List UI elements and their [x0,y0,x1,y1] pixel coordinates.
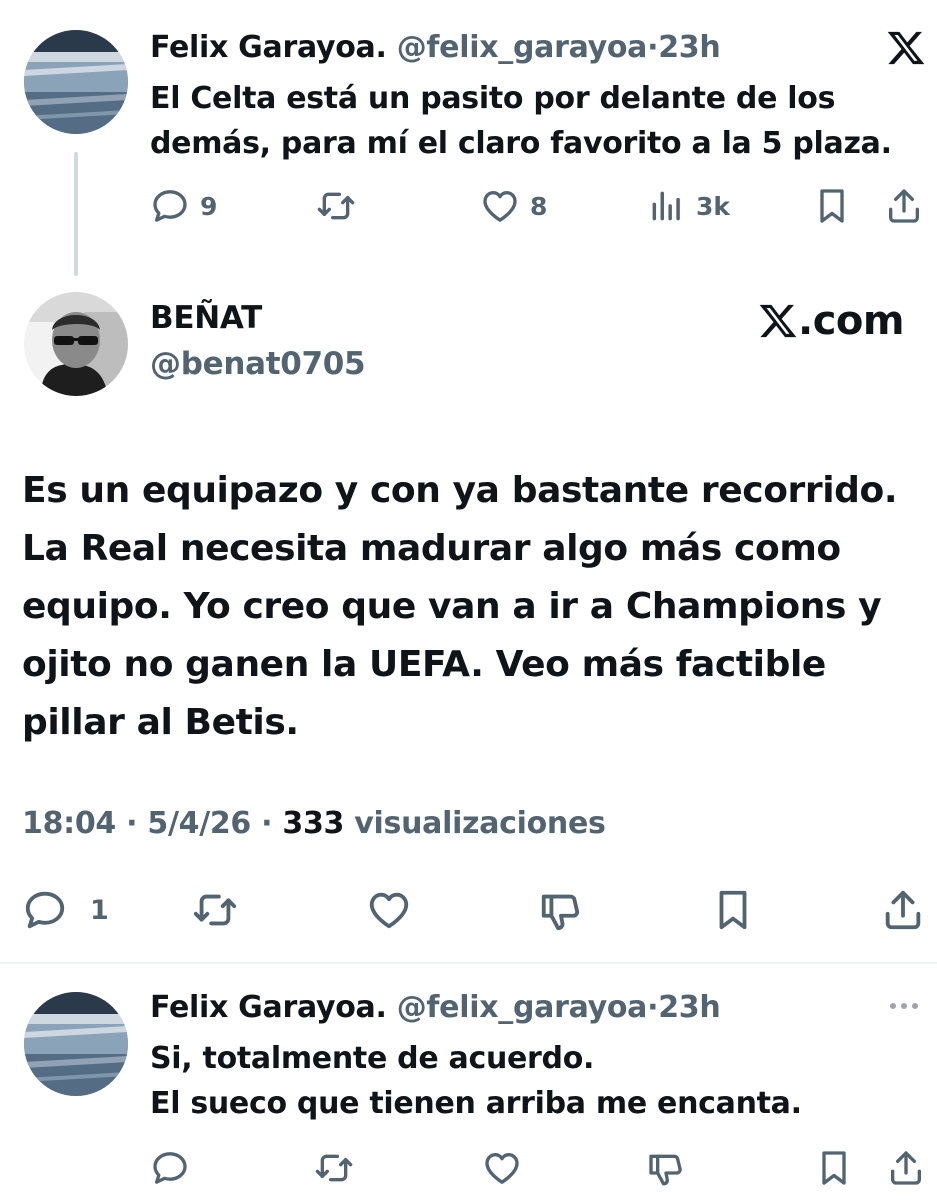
reply2-bookmark-button[interactable] [814,1146,854,1190]
reply2-header: Felix Garayoa. @felix_garayoa·23h [150,990,721,1025]
like-icon [482,1148,522,1188]
reply1-retweet-button[interactable] [316,184,356,228]
profile-photo-image [24,292,128,396]
reply1-header: Felix Garayoa. @felix_garayoa·23h [150,30,721,65]
share-icon [886,1148,926,1188]
reply1-timestamp[interactable]: 23h [658,30,721,65]
main-text-line: ojito no ganen la UEFA. Veo más factible [22,644,826,685]
main-author-handle[interactable]: @benat0705 [150,346,366,382]
reply1-views-button[interactable]: 3k [648,184,730,228]
reply1-text-line: demás, para mí el claro favorito a la 5 … [150,126,892,161]
bookmark-icon [814,1148,854,1188]
reply1-bookmark-button[interactable] [812,184,852,228]
main-views-count: 333 [282,806,345,841]
meta-separator: · [116,806,148,841]
main-text-line: equipo. Yo creo que van a ir a Champions… [22,586,882,627]
like-icon [480,186,520,226]
reply1-action-bar: 9 8 3k [0,184,937,228]
tweet-thread-page: Felix Garayoa. @felix_garayoa·23h El Cel… [0,0,937,1200]
main-share-button[interactable] [880,888,926,932]
reply2-timestamp[interactable]: 23h [658,990,721,1025]
main-views-label: visualizaciones [344,806,606,841]
main-tweet-date[interactable]: 5/4/26 [147,806,251,841]
xcom-watermark: .com [758,298,905,344]
reply1-like-button[interactable]: 8 [480,184,547,228]
views-icon [648,187,686,225]
main-author-name[interactable]: BEÑAT [150,300,262,336]
felix-avatar[interactable] [24,992,128,1096]
benat-avatar[interactable] [24,292,128,396]
reply2-text-line: El sueco que tienen arriba me encanta. [150,1086,802,1121]
xcom-watermark-text: .com [798,298,905,344]
reply2-action-bar [0,1146,937,1190]
meta-separator: · [251,806,283,841]
reply2-text: Si, totalmente de acuerdo. El sueco que … [150,1036,930,1126]
reply2-separator: · [647,990,659,1025]
stadium-crowd-image [24,992,128,1096]
retweet-icon [314,1148,354,1188]
felix-avatar[interactable] [24,30,128,134]
main-reply-count: 1 [90,894,109,926]
main-tweet-text: Es un equipazo y con ya bastante recorri… [22,462,898,752]
reply1-author-handle[interactable]: @felix_garayoa [397,30,648,65]
dislike-icon [538,887,584,933]
retweet-icon [192,887,238,933]
main-action-bar: 1 [0,888,937,932]
reply2-reply-button[interactable] [150,1146,190,1190]
reply1-views-count: 3k [696,191,731,221]
retweet-icon [316,186,356,226]
reply1-share-button[interactable] [884,184,924,228]
like-icon [366,887,412,933]
x-logo-icon [758,301,798,341]
reply2-author-name[interactable]: Felix Garayoa. [150,990,387,1025]
main-bookmark-button[interactable] [710,888,756,932]
reply2-share-button[interactable] [886,1146,926,1190]
reply1-like-count: 8 [530,191,548,221]
reply2-author-handle[interactable]: @felix_garayoa [397,990,648,1025]
bookmark-icon [812,186,852,226]
reply2-like-button[interactable] [482,1146,522,1190]
main-like-button[interactable] [366,888,412,932]
x-logo-icon[interactable] [886,28,926,72]
reply-icon [22,887,68,933]
main-retweet-button[interactable] [192,888,238,932]
reply2-dislike-button[interactable] [646,1146,686,1190]
reply-icon [150,1148,190,1188]
reply1-text: El Celta está un pasito por delante de l… [150,76,930,166]
more-icon[interactable] [887,996,921,1020]
main-text-line: Es un equipazo y con ya bastante recorri… [22,470,898,511]
reply1-author-name[interactable]: Felix Garayoa. [150,30,387,65]
main-text-line: La Real necesita madurar algo más como [22,528,841,569]
share-icon [884,186,924,226]
bookmark-icon [710,887,756,933]
main-tweet-meta: 18:04 · 5/4/26 · 333 visualizaciones [22,806,606,841]
main-text-line: pillar al Betis. [22,702,299,743]
reply2-text-line: Si, totalmente de acuerdo. [150,1041,595,1076]
main-dislike-button[interactable] [538,888,584,932]
reply1-text-line: El Celta está un pasito por delante de l… [150,81,836,116]
dislike-icon [646,1148,686,1188]
reply1-reply-count: 9 [200,191,218,221]
section-divider [0,962,937,964]
main-tweet-time[interactable]: 18:04 [22,806,116,841]
stadium-crowd-image [24,30,128,134]
reply1-separator: · [647,30,659,65]
main-reply-button[interactable]: 1 [22,888,109,932]
reply1-reply-button[interactable]: 9 [150,184,217,228]
share-icon [880,887,926,933]
reply-icon [150,186,190,226]
reply2-retweet-button[interactable] [314,1146,354,1190]
